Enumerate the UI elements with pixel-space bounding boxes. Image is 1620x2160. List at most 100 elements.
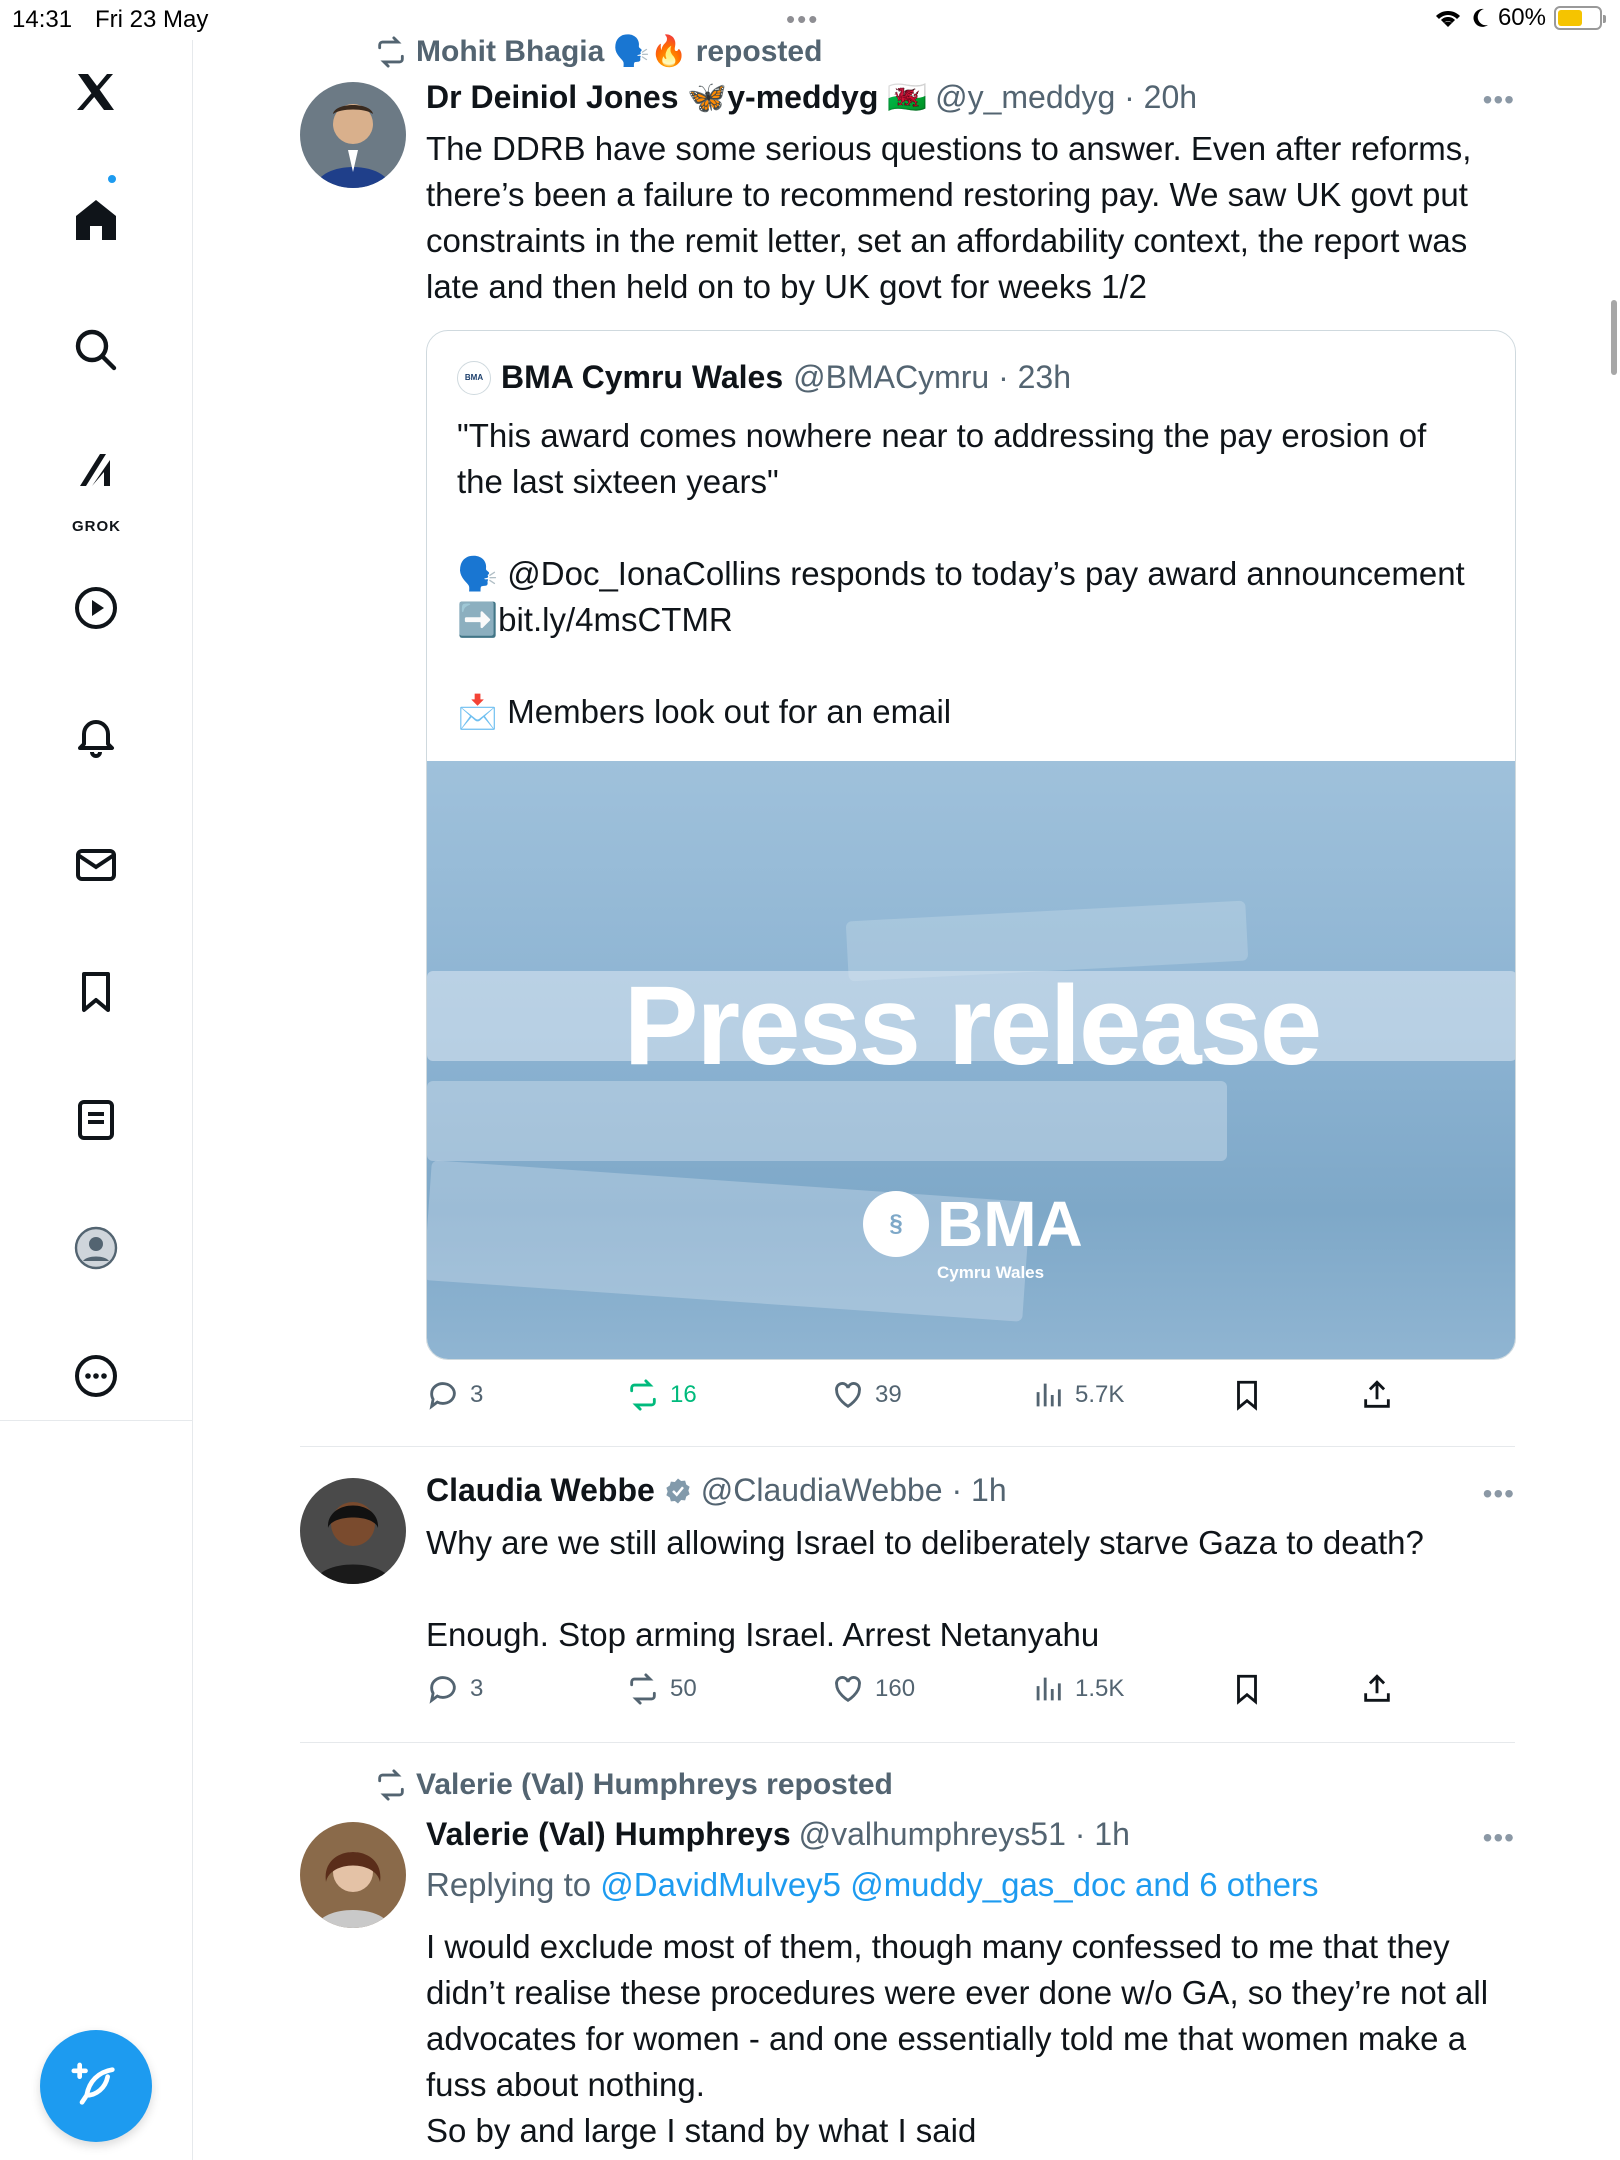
quoted-text: "This award comes nowhere near to addres… bbox=[457, 417, 1465, 730]
avatar[interactable] bbox=[300, 1822, 406, 1928]
quoted-avatar[interactable]: BMA bbox=[457, 360, 491, 395]
multitasking-dots[interactable]: ••• bbox=[786, 4, 819, 35]
like-count: 160 bbox=[875, 1675, 916, 1702]
press-release-title: Press release bbox=[623, 963, 1322, 1088]
like-count: 39 bbox=[875, 1381, 902, 1408]
replying-to-links[interactable]: @DavidMulvey5 @muddy_gas_doc and 6 other… bbox=[600, 1866, 1318, 1903]
view-count: 1.5K bbox=[1075, 1675, 1125, 1702]
author-name[interactable]: Valerie (Val) Humphreys bbox=[426, 1816, 791, 1853]
compose-post-button[interactable] bbox=[40, 2030, 152, 2142]
post-menu-button[interactable]: ••• bbox=[1483, 1478, 1515, 1510]
author-name[interactable]: Claudia Webbe bbox=[426, 1472, 655, 1509]
heart-icon bbox=[835, 1676, 861, 1703]
sidebar: GROK bbox=[0, 40, 193, 2160]
quoted-post[interactable]: BMA BMA Cymru Wales @BMACymru · 23h "Thi… bbox=[426, 330, 1516, 1360]
lists-icon[interactable] bbox=[66, 1090, 126, 1150]
messages-icon[interactable] bbox=[66, 835, 126, 895]
repost-button[interactable]: 50 bbox=[626, 1672, 697, 1706]
replying-to: Replying to @DavidMulvey5 @muddy_gas_doc… bbox=[426, 1866, 1319, 1904]
post-divider bbox=[300, 1742, 1515, 1743]
author-handle-time[interactable]: @valhumphreys51 · 1h bbox=[799, 1816, 1130, 1853]
repost-icon bbox=[378, 35, 404, 68]
status-right: 60% bbox=[1434, 4, 1606, 32]
quoted-author-line: BMA BMA Cymru Wales @BMACymru · 23h bbox=[457, 359, 1071, 396]
author-handle-time[interactable]: @y_meddyg · 20h bbox=[935, 79, 1197, 116]
moon-icon bbox=[1473, 8, 1488, 27]
battery-percent: 60% bbox=[1497, 4, 1546, 31]
newspaper-shape bbox=[427, 1081, 1227, 1161]
author-name[interactable]: Dr Deiniol Jones 🦋y-meddyg 🏴󠁧󠁢󠁷󠁬󠁳󠁿 bbox=[426, 78, 927, 116]
repost-icon bbox=[630, 1673, 656, 1705]
press-release-image[interactable]: Press release § BMA Cymru Wales bbox=[427, 761, 1515, 1359]
compose-feather-icon bbox=[71, 2062, 115, 2105]
video-icon[interactable] bbox=[66, 578, 126, 638]
post-menu-button[interactable]: ••• bbox=[1483, 84, 1515, 116]
post-text: The DDRB have some serious questions to … bbox=[426, 130, 1472, 305]
repost-indicator: Mohit Bhagia 🗣️🔥 reposted bbox=[374, 34, 822, 69]
sidebar-divider bbox=[0, 1420, 193, 1421]
notifications-icon[interactable] bbox=[66, 706, 126, 766]
search-icon[interactable] bbox=[66, 320, 126, 380]
bookmark-icon bbox=[1237, 1674, 1257, 1705]
heart-icon bbox=[835, 1382, 861, 1409]
quoted-author-name: BMA Cymru Wales bbox=[501, 359, 784, 395]
view-count: 5.7K bbox=[1075, 1381, 1125, 1408]
battery-fill bbox=[1558, 10, 1582, 26]
repost-by[interactable]: Mohit Bhagia 🗣️🔥 reposted bbox=[416, 34, 822, 69]
more-icon[interactable] bbox=[66, 1346, 126, 1406]
post-actions: 3 16 39 5.7K bbox=[426, 1378, 1426, 1418]
author-line: Claudia Webbe @ClaudiaWebbe · 1h bbox=[426, 1472, 1007, 1509]
grok-label: GROK bbox=[72, 518, 121, 535]
post-text: I would exclude most of them, though man… bbox=[426, 1928, 1489, 2149]
repost-icon bbox=[378, 1769, 404, 1801]
wifi-icon bbox=[1435, 11, 1460, 27]
grok-icon[interactable] bbox=[66, 440, 126, 500]
views-button[interactable]: 1.5K bbox=[1031, 1672, 1124, 1706]
reply-count: 3 bbox=[470, 1675, 484, 1702]
post-actions: 3 50 160 1.5K bbox=[426, 1672, 1426, 1712]
author-line: Valerie (Val) Humphreys @valhumphreys51 … bbox=[426, 1816, 1130, 1853]
home-icon[interactable] bbox=[66, 190, 126, 250]
scrollbar-thumb[interactable] bbox=[1611, 300, 1617, 375]
post-divider bbox=[300, 1446, 1515, 1447]
author-line: Dr Deiniol Jones 🦋y-meddyg 🏴󠁧󠁢󠁷󠁬󠁳󠁿 @y_me… bbox=[426, 78, 1197, 116]
post-menu-button[interactable]: ••• bbox=[1483, 1822, 1515, 1854]
repost-count: 50 bbox=[670, 1675, 697, 1702]
status-time: 14:31 bbox=[12, 6, 73, 33]
reply-icon bbox=[429, 1676, 456, 1704]
bma-logo-word: BMA bbox=[937, 1188, 1083, 1260]
repost-by[interactable]: Valerie (Val) Humphreys reposted bbox=[416, 1768, 893, 1802]
bookmark-button[interactable] bbox=[1230, 1378, 1264, 1412]
avatar[interactable] bbox=[300, 82, 406, 188]
status-date: Fri 23 May bbox=[95, 6, 209, 33]
x-logo-icon[interactable] bbox=[66, 62, 126, 122]
views-icon bbox=[1036, 1677, 1061, 1701]
battery-icon bbox=[1554, 6, 1606, 30]
share-button[interactable] bbox=[1360, 1672, 1394, 1706]
bma-logo-mark-icon: § bbox=[863, 1191, 929, 1257]
share-icon bbox=[1364, 1380, 1390, 1408]
avatar[interactable] bbox=[300, 1478, 406, 1584]
quoted-handle-time: @BMACymru · 23h bbox=[793, 359, 1071, 395]
reply-button[interactable]: 3 bbox=[426, 1378, 483, 1412]
share-button[interactable] bbox=[1360, 1378, 1394, 1412]
repost-button[interactable]: 16 bbox=[626, 1378, 697, 1412]
bookmark-button[interactable] bbox=[1230, 1672, 1264, 1706]
profile-icon[interactable] bbox=[66, 1218, 126, 1278]
views-icon bbox=[1036, 1383, 1061, 1407]
reply-count: 3 bbox=[470, 1381, 484, 1408]
reply-button[interactable]: 3 bbox=[426, 1672, 483, 1706]
repost-icon bbox=[630, 1379, 656, 1411]
verified-badge-icon bbox=[666, 1478, 690, 1503]
repost-indicator: Valerie (Val) Humphreys reposted bbox=[374, 1768, 893, 1802]
views-button[interactable]: 5.7K bbox=[1031, 1378, 1124, 1412]
replying-to-prefix: Replying to bbox=[426, 1866, 592, 1903]
post-text: Why are we still allowing Israel to deli… bbox=[426, 1524, 1424, 1653]
bookmark-icon bbox=[1237, 1380, 1257, 1411]
like-button[interactable]: 160 bbox=[831, 1672, 915, 1706]
like-button[interactable]: 39 bbox=[831, 1378, 902, 1412]
reply-icon bbox=[429, 1382, 456, 1410]
author-handle-time[interactable]: @ClaudiaWebbe · 1h bbox=[701, 1472, 1007, 1509]
bookmarks-icon[interactable] bbox=[66, 962, 126, 1022]
bma-logo: § BMA bbox=[863, 1191, 1083, 1257]
